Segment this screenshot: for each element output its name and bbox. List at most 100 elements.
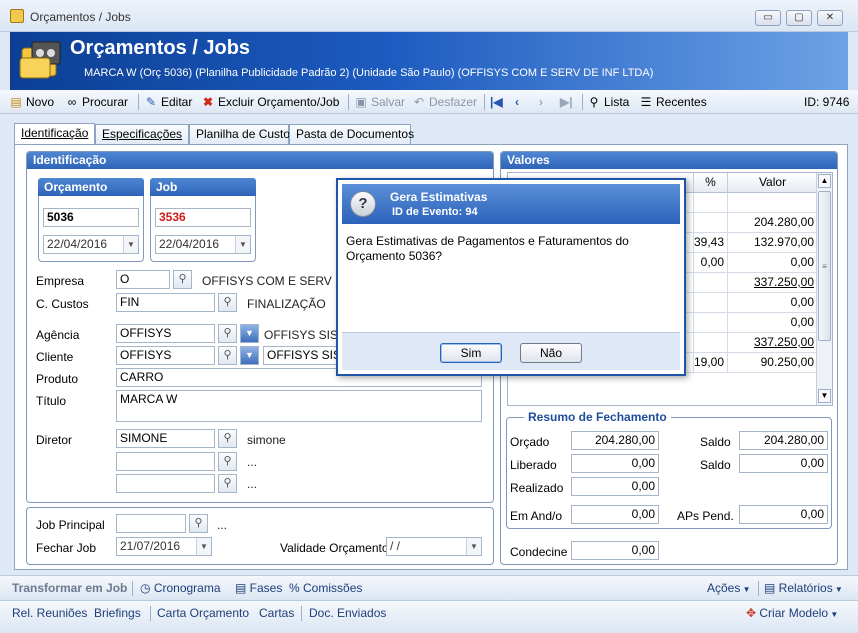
procurar-button[interactable]: ∞ Procurar bbox=[66, 94, 128, 110]
aps-pend-field[interactable]: 0,00 bbox=[739, 505, 828, 524]
dialog-subtitle: ID de Evento: 94 bbox=[392, 206, 478, 218]
scroll-down-icon[interactable]: ▼ bbox=[818, 389, 831, 403]
em-ando-field[interactable]: 0,00 bbox=[571, 505, 659, 524]
desfazer-button[interactable]: ↶ Desfazer bbox=[413, 94, 477, 110]
chevron-down-icon[interactable]: ▼ bbox=[466, 538, 481, 555]
delete-icon: ✖ bbox=[202, 95, 214, 109]
liberado-label: Liberado bbox=[510, 458, 557, 472]
relatorios-menu[interactable]: ▤ Relatórios ▼ bbox=[764, 581, 843, 597]
lista-button[interactable]: ⚲ Lista bbox=[588, 94, 630, 110]
grid-cell-pct: 39,43 bbox=[694, 233, 728, 253]
orcamento-number[interactable]: 5036 bbox=[43, 208, 139, 227]
chevron-down-icon[interactable]: ▼ bbox=[123, 236, 138, 253]
recentes-button[interactable]: ☰ Recentes bbox=[640, 94, 707, 110]
cliente-desc-field[interactable]: OFFISYS SIST bbox=[263, 346, 337, 365]
question-icon: ? bbox=[350, 191, 376, 217]
job-principal-field[interactable] bbox=[116, 514, 186, 533]
grid-cell-pct bbox=[694, 293, 728, 313]
bar-separator bbox=[758, 581, 759, 596]
comissoes-link[interactable]: % Comissões bbox=[289, 581, 362, 596]
criar-modelo-menu[interactable]: ✥ Criar Modelo ▼ bbox=[746, 606, 838, 622]
grid-cell-valor: 132.970,00 bbox=[728, 233, 818, 253]
sim-button[interactable]: Sim bbox=[440, 343, 502, 363]
folder-film-icon bbox=[19, 41, 61, 79]
toolbar-separator bbox=[484, 94, 485, 110]
cronograma-link[interactable]: ◷ Cronograma bbox=[140, 581, 221, 596]
grid-cell-pct bbox=[694, 333, 728, 353]
orcado-field[interactable]: 204.280,00 bbox=[571, 431, 659, 450]
search-icon[interactable]: ⚲ bbox=[218, 474, 237, 493]
orcamento-header: Orçamento bbox=[38, 178, 144, 196]
tab-planilha-custos[interactable]: Planilha de Custos bbox=[189, 124, 296, 144]
briefings-link[interactable]: Briefings bbox=[94, 606, 141, 621]
salvar-button[interactable]: ▣ Salvar bbox=[355, 94, 405, 110]
empresa-code-field[interactable]: O bbox=[116, 270, 170, 289]
titulo-field[interactable]: MARCA W bbox=[116, 390, 482, 422]
chevron-down-icon[interactable]: ▼ bbox=[196, 538, 211, 555]
report-icon: ▤ bbox=[764, 581, 779, 595]
transformar-job-link[interactable]: Transformar em Job bbox=[12, 581, 127, 596]
record-id: ID: 9746 bbox=[804, 95, 850, 109]
minimize-button[interactable]: ▭ bbox=[755, 10, 781, 26]
liberado-field[interactable]: 0,00 bbox=[571, 454, 659, 473]
tab-especificacoes[interactable]: Especificações bbox=[95, 124, 189, 144]
produto-label: Produto bbox=[36, 372, 79, 386]
valores-scrollbar[interactable]: ▲ ≡ ▼ bbox=[816, 173, 832, 405]
clock-icon: ◷ bbox=[140, 581, 154, 595]
search-icon[interactable]: ⚲ bbox=[218, 429, 237, 448]
scroll-up-icon[interactable]: ▲ bbox=[818, 174, 831, 188]
page-title: Orçamentos / Jobs bbox=[70, 37, 251, 59]
novo-button[interactable]: ▤ Novo bbox=[10, 94, 54, 110]
tab-identificacao[interactable]: Identificação bbox=[14, 123, 95, 144]
search-icon[interactable]: ⚲ bbox=[218, 324, 237, 343]
fechar-job-field[interactable]: 21/07/2016 ▼ bbox=[116, 537, 212, 556]
agencia-code-field[interactable]: OFFISYS bbox=[116, 324, 215, 343]
cliente-code-field[interactable]: OFFISYS bbox=[116, 346, 215, 365]
carta-orcamento-link[interactable]: Carta Orçamento bbox=[157, 606, 249, 621]
next-record-icon[interactable]: › bbox=[539, 94, 543, 110]
chevron-down-icon[interactable]: ▼ bbox=[235, 236, 250, 253]
maximize-button[interactable]: ▢ bbox=[786, 10, 812, 26]
save-icon: ▣ bbox=[355, 95, 367, 109]
job-number[interactable]: 3536 bbox=[155, 208, 251, 227]
orcamento-date[interactable]: 22/04/2016 ▼ bbox=[43, 235, 139, 254]
search-icon[interactable]: ⚲ bbox=[189, 514, 208, 533]
diretor-code-field[interactable]: SIMONE bbox=[116, 429, 215, 448]
search-icon[interactable]: ⚲ bbox=[173, 270, 192, 289]
first-record-icon[interactable]: |◀ bbox=[490, 94, 503, 110]
job-date[interactable]: 22/04/2016 ▼ bbox=[155, 235, 251, 254]
scroll-thumb[interactable]: ≡ bbox=[818, 191, 831, 341]
ccustos-desc: FINALIZAÇÃO bbox=[247, 297, 326, 311]
condecine-field[interactable]: 0,00 bbox=[571, 541, 659, 560]
diretor2-code-field[interactable] bbox=[116, 452, 215, 471]
last-record-icon[interactable]: ▶| bbox=[560, 94, 573, 110]
acoes-menu[interactable]: Ações ▼ bbox=[707, 581, 751, 597]
doc-enviados-link[interactable]: Doc. Enviados bbox=[309, 606, 386, 621]
realizado-field[interactable]: 0,00 bbox=[571, 477, 659, 496]
search-icon[interactable]: ⚲ bbox=[218, 346, 237, 365]
search-icon[interactable]: ⚲ bbox=[218, 452, 237, 471]
toolbar-separator bbox=[582, 94, 583, 110]
editar-button[interactable]: ✎ Editar bbox=[145, 94, 192, 110]
main-toolbar: ▤ Novo ∞ Procurar ✎ Editar ✖ Excluir Orçamen… bbox=[0, 90, 858, 114]
tab-pasta-documentos[interactable]: Pasta de Documentos bbox=[289, 124, 414, 144]
job-principal-label: Job Principal bbox=[36, 518, 105, 532]
saldo2-field[interactable]: 0,00 bbox=[739, 454, 828, 473]
saldo1-field[interactable]: 204.280,00 bbox=[739, 431, 828, 450]
page-subtitle: MARCA W (Orç 5036) (Planilha Publicidade… bbox=[84, 67, 654, 79]
ccustos-code-field[interactable]: FIN bbox=[116, 293, 215, 312]
validade-field[interactable]: / / ▼ bbox=[386, 537, 482, 556]
chevron-down-icon[interactable]: ▼ bbox=[240, 324, 259, 343]
diretor-label: Diretor bbox=[36, 433, 73, 447]
rel-reunioes-link[interactable]: Rel. Reuniões bbox=[12, 606, 87, 621]
fases-link[interactable]: ▤ Fases bbox=[235, 581, 282, 596]
nao-button[interactable]: Não bbox=[520, 343, 582, 363]
diretor3-code-field[interactable] bbox=[116, 474, 215, 493]
cliente-label: Cliente bbox=[36, 350, 74, 364]
excluir-button[interactable]: ✖ Excluir Orçamento/Job bbox=[202, 94, 339, 110]
cartas-link[interactable]: Cartas bbox=[259, 606, 294, 621]
chevron-down-icon[interactable]: ▼ bbox=[240, 346, 259, 365]
previous-record-icon[interactable]: ‹ bbox=[515, 94, 519, 110]
search-icon[interactable]: ⚲ bbox=[218, 293, 237, 312]
close-button[interactable]: ✕ bbox=[817, 10, 843, 26]
